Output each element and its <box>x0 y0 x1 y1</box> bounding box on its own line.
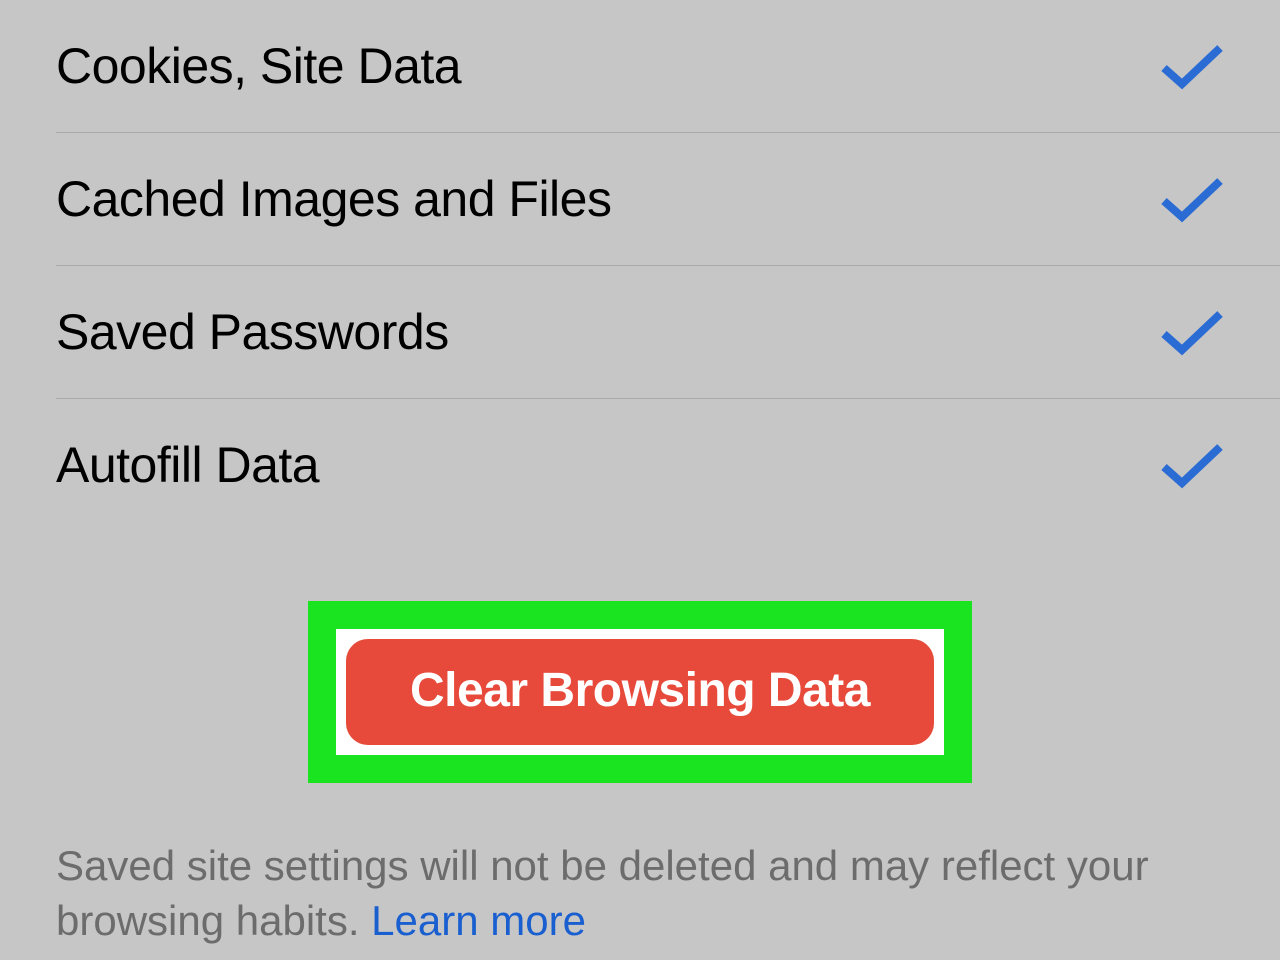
row-cached-images-files[interactable]: Cached Images and Files <box>0 133 1280 265</box>
checkmark-icon <box>1160 308 1224 356</box>
checkmark-icon <box>1160 175 1224 223</box>
checkmark-icon <box>1160 42 1224 90</box>
footer-note: Saved site settings will not be deleted … <box>0 783 1280 948</box>
row-label: Autofill Data <box>56 440 319 490</box>
highlight-inner: Clear Browsing Data <box>336 629 944 755</box>
highlighted-button-area: Clear Browsing Data <box>0 601 1280 783</box>
row-label: Cached Images and Files <box>56 174 611 224</box>
row-autofill-data[interactable]: Autofill Data <box>0 399 1280 531</box>
row-label: Saved Passwords <box>56 307 449 357</box>
learn-more-link[interactable]: Learn more <box>371 897 586 944</box>
highlight-border: Clear Browsing Data <box>308 601 972 783</box>
row-cookies-site-data[interactable]: Cookies, Site Data <box>0 0 1280 132</box>
clear-browsing-data-button[interactable]: Clear Browsing Data <box>346 639 934 745</box>
row-label: Cookies, Site Data <box>56 41 461 91</box>
data-type-list: Cookies, Site Data Cached Images and Fil… <box>0 0 1280 531</box>
checkmark-icon <box>1160 441 1224 489</box>
row-saved-passwords[interactable]: Saved Passwords <box>0 266 1280 398</box>
footer-text: Saved site settings will not be deleted … <box>56 842 1149 944</box>
